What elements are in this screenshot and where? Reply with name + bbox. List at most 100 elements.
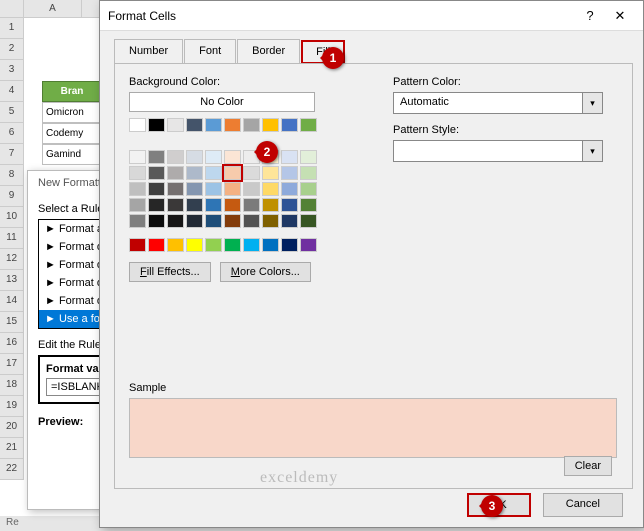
- color-swatch[interactable]: [167, 150, 184, 164]
- color-swatch[interactable]: [300, 238, 317, 252]
- color-swatch[interactable]: [281, 238, 298, 252]
- color-swatch[interactable]: [243, 238, 260, 252]
- color-swatch[interactable]: [300, 166, 317, 180]
- color-swatch[interactable]: [300, 150, 317, 164]
- row-header[interactable]: 10: [0, 207, 24, 228]
- cancel-button[interactable]: Cancel: [543, 493, 623, 517]
- color-swatch[interactable]: [281, 150, 298, 164]
- color-swatch[interactable]: [167, 214, 184, 228]
- color-swatch[interactable]: [148, 166, 165, 180]
- color-swatch[interactable]: [300, 214, 317, 228]
- clear-button[interactable]: Clear: [564, 456, 612, 476]
- color-swatch[interactable]: [148, 198, 165, 212]
- color-swatch[interactable]: [224, 238, 241, 252]
- color-swatch[interactable]: [281, 182, 298, 196]
- row-header[interactable]: 21: [0, 438, 24, 459]
- color-swatch[interactable]: [300, 118, 317, 132]
- color-swatch[interactable]: [129, 118, 146, 132]
- color-swatch[interactable]: [129, 150, 146, 164]
- color-swatch[interactable]: [281, 118, 298, 132]
- table-row[interactable]: Gamind: [42, 144, 102, 165]
- tab-number[interactable]: Number: [114, 39, 183, 63]
- close-icon[interactable]: ✕: [605, 8, 635, 24]
- row-header[interactable]: 11: [0, 228, 24, 249]
- color-swatch[interactable]: [205, 166, 222, 180]
- color-swatch[interactable]: [243, 118, 260, 132]
- color-swatch[interactable]: [300, 198, 317, 212]
- color-swatch[interactable]: [262, 198, 279, 212]
- tab-border[interactable]: Border: [237, 39, 300, 63]
- color-swatch[interactable]: [205, 238, 222, 252]
- row-header[interactable]: 8: [0, 165, 24, 186]
- select-all-corner[interactable]: [0, 0, 24, 17]
- color-swatch[interactable]: [129, 214, 146, 228]
- color-swatch[interactable]: [224, 198, 241, 212]
- color-swatch[interactable]: [167, 182, 184, 196]
- color-swatch[interactable]: [129, 182, 146, 196]
- color-swatch[interactable]: [243, 214, 260, 228]
- color-swatch[interactable]: [262, 182, 279, 196]
- color-swatch[interactable]: [186, 118, 203, 132]
- color-swatch[interactable]: [262, 214, 279, 228]
- color-swatch[interactable]: [243, 166, 260, 180]
- more-colors-button[interactable]: More Colors...: [220, 262, 311, 282]
- row-header[interactable]: 14: [0, 291, 24, 312]
- color-swatch[interactable]: [281, 214, 298, 228]
- pattern-color-combo[interactable]: Automatic ▾: [393, 92, 603, 114]
- row-header[interactable]: 19: [0, 396, 24, 417]
- color-swatch[interactable]: [262, 118, 279, 132]
- row-header[interactable]: 2: [0, 39, 24, 60]
- color-swatch[interactable]: [224, 166, 241, 180]
- color-swatch[interactable]: [186, 166, 203, 180]
- color-swatch[interactable]: [262, 238, 279, 252]
- color-swatch[interactable]: [148, 118, 165, 132]
- color-swatch[interactable]: [148, 150, 165, 164]
- row-header[interactable]: 13: [0, 270, 24, 291]
- row-header[interactable]: 6: [0, 123, 24, 144]
- fill-effects-button[interactable]: FFill Effects...ill Effects...: [129, 262, 211, 282]
- row-header[interactable]: 12: [0, 249, 24, 270]
- color-swatch[interactable]: [205, 118, 222, 132]
- row-header[interactable]: 7: [0, 144, 24, 165]
- color-swatch[interactable]: [186, 214, 203, 228]
- row-header[interactable]: 20: [0, 417, 24, 438]
- color-swatch[interactable]: [129, 238, 146, 252]
- color-swatch[interactable]: [167, 118, 184, 132]
- color-swatch[interactable]: [224, 150, 241, 164]
- row-header[interactable]: 4: [0, 81, 24, 102]
- color-swatch[interactable]: [205, 150, 222, 164]
- color-swatch[interactable]: [186, 198, 203, 212]
- color-swatch[interactable]: [186, 150, 203, 164]
- color-swatch[interactable]: [243, 198, 260, 212]
- color-swatch[interactable]: [167, 238, 184, 252]
- row-header[interactable]: 22: [0, 459, 24, 480]
- color-swatch[interactable]: [186, 182, 203, 196]
- help-icon[interactable]: ?: [575, 8, 605, 23]
- color-swatch[interactable]: [129, 198, 146, 212]
- color-swatch[interactable]: [205, 214, 222, 228]
- color-swatch[interactable]: [148, 182, 165, 196]
- color-swatch[interactable]: [243, 182, 260, 196]
- table-row[interactable]: Omicron: [42, 102, 102, 123]
- chevron-down-icon[interactable]: ▾: [582, 141, 602, 161]
- row-header[interactable]: 18: [0, 375, 24, 396]
- col-header[interactable]: A: [24, 0, 82, 17]
- row-header[interactable]: 9: [0, 186, 24, 207]
- row-header[interactable]: 16: [0, 333, 24, 354]
- color-swatch[interactable]: [167, 198, 184, 212]
- row-header[interactable]: 3: [0, 60, 24, 81]
- color-swatch[interactable]: [281, 166, 298, 180]
- row-header[interactable]: 15: [0, 312, 24, 333]
- color-swatch[interactable]: [205, 182, 222, 196]
- color-swatch[interactable]: [148, 214, 165, 228]
- color-swatch[interactable]: [262, 166, 279, 180]
- row-header[interactable]: 1: [0, 18, 24, 39]
- color-swatch[interactable]: [300, 182, 317, 196]
- row-header[interactable]: 5: [0, 102, 24, 123]
- table-row[interactable]: Codemy: [42, 123, 102, 144]
- pattern-style-combo[interactable]: ▾: [393, 140, 603, 162]
- color-swatch[interactable]: [224, 182, 241, 196]
- color-swatch[interactable]: [224, 214, 241, 228]
- color-swatch[interactable]: [129, 166, 146, 180]
- color-swatch[interactable]: [186, 238, 203, 252]
